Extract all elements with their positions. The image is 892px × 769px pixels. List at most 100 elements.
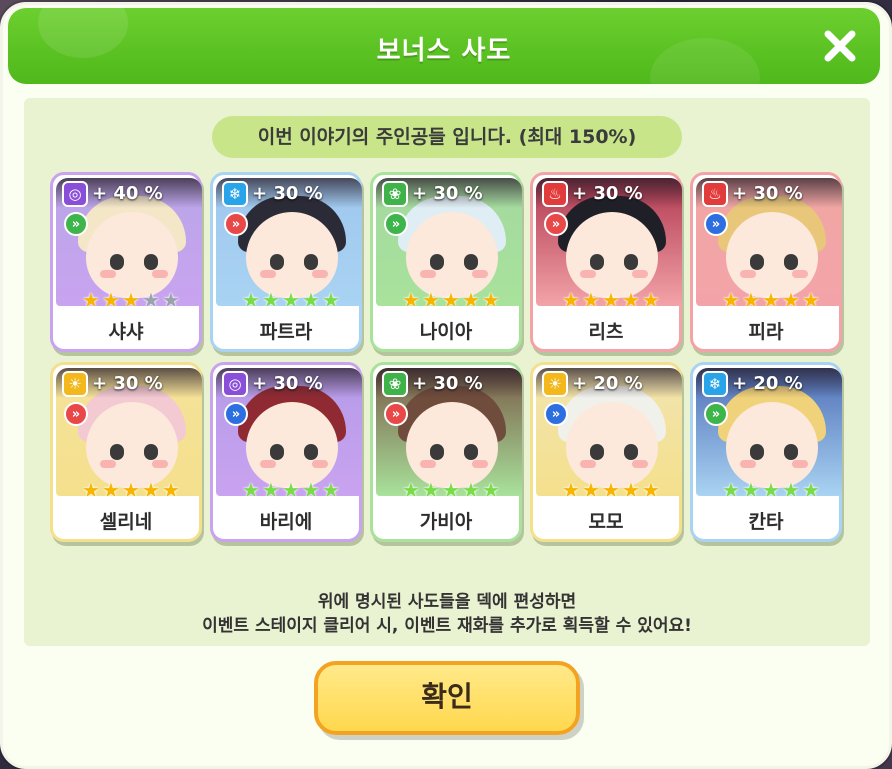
star-icon: ★ (162, 478, 180, 496)
star-icon: ★ (402, 478, 420, 496)
star-icon: ★ (102, 288, 120, 306)
star-icon: ★ (562, 288, 580, 306)
star-icon: ★ (322, 288, 340, 306)
character-card[interactable]: ❄ + 30 %» ★ ★ ★ ★ ★ 파트라 (210, 172, 362, 352)
class-icon: » (224, 402, 248, 426)
character-portrait: ❀ + 30 %» ★ ★ ★ ★ ★ (376, 178, 522, 306)
star-icon: ★ (582, 478, 600, 496)
star-icon: ★ (742, 478, 760, 496)
star-rating: ★ ★ ★ ★ ★ (82, 290, 182, 306)
star-icon: ★ (262, 288, 280, 306)
bonus-percent: + 30 % (92, 373, 163, 394)
star-icon: ★ (282, 478, 300, 496)
character-card[interactable]: ☀ + 20 %» ★ ★ ★ ★ ★ 모모 (530, 362, 682, 542)
star-rating: ★ ★ ★ ★ ★ (242, 480, 342, 496)
star-icon: ★ (762, 288, 780, 306)
star-icon: ★ (122, 478, 140, 496)
star-icon: ★ (602, 288, 620, 306)
star-icon: ★ (422, 478, 440, 496)
star-icon: ★ (122, 288, 140, 306)
close-button[interactable] (818, 24, 862, 68)
star-icon: ★ (562, 478, 580, 496)
light-element-icon: ☀ (62, 371, 88, 397)
star-icon: ★ (262, 478, 280, 496)
character-card[interactable]: ❀ + 30 %» ★ ★ ★ ★ ★ 가비아 (370, 362, 522, 542)
character-portrait: ♨ + 30 %» ★ ★ ★ ★ ★ (536, 178, 682, 306)
star-icon: ★ (242, 288, 260, 306)
character-name: 칸타 (748, 511, 784, 533)
bonus-percent: + 30 % (412, 183, 483, 204)
star-icon: ★ (322, 478, 340, 496)
class-icon: » (704, 212, 728, 236)
character-portrait: ❄ + 30 %» ★ ★ ★ ★ ★ (216, 178, 362, 306)
star-icon: ★ (442, 478, 460, 496)
bonus-percent: + 20 % (572, 373, 643, 394)
dialog-title: 보너스 사도 (376, 36, 512, 66)
character-portrait: ☀ + 20 %» ★ ★ ★ ★ ★ (536, 368, 682, 496)
star-rating: ★ ★ ★ ★ ★ (722, 290, 822, 306)
character-card[interactable]: ❄ + 20 %» ★ ★ ★ ★ ★ 칸타 (690, 362, 842, 542)
star-icon: ★ (602, 478, 620, 496)
character-name: 나이아 (419, 321, 473, 343)
character-portrait: ☀ + 30 %» ★ ★ ★ ★ ★ (56, 368, 202, 496)
bonus-percent: + 30 % (732, 183, 803, 204)
character-portrait: ❀ + 30 %» ★ ★ ★ ★ ★ (376, 368, 522, 496)
star-rating: ★ ★ ★ ★ ★ (562, 290, 662, 306)
footer-line-2: 이벤트 스테이지 클리어 시, 이벤트 재화를 추가로 획득할 수 있어요! (202, 616, 692, 636)
character-card[interactable]: ♨ + 30 %» ★ ★ ★ ★ ★ 피라 (690, 172, 842, 352)
star-icon: ★ (82, 478, 100, 496)
class-icon: » (704, 402, 728, 426)
star-icon: ★ (462, 478, 480, 496)
star-icon: ★ (642, 478, 660, 496)
bonus-percent: + 30 % (252, 373, 323, 394)
character-card[interactable]: ◎ + 30 %» ★ ★ ★ ★ ★ 바리에 (210, 362, 362, 542)
star-icon: ★ (722, 478, 740, 496)
star-rating: ★ ★ ★ ★ ★ (402, 480, 502, 496)
vortex-element-icon: ◎ (62, 181, 88, 207)
character-name: 모모 (588, 511, 624, 533)
star-icon: ★ (162, 288, 180, 306)
character-card[interactable]: ❀ + 30 %» ★ ★ ★ ★ ★ 나이아 (370, 172, 522, 352)
water-element-icon: ❄ (702, 371, 728, 397)
light-element-icon: ☀ (542, 371, 568, 397)
bonus-percent: + 30 % (252, 183, 323, 204)
class-icon: » (384, 212, 408, 236)
star-icon: ★ (622, 478, 640, 496)
nature-element-icon: ❀ (382, 181, 408, 207)
character-name: 가비아 (419, 511, 473, 533)
star-icon: ★ (782, 478, 800, 496)
star-icon: ★ (142, 478, 160, 496)
star-icon: ★ (762, 478, 780, 496)
character-portrait: ❄ + 20 %» ★ ★ ★ ★ ★ (696, 368, 842, 496)
star-icon: ★ (482, 478, 500, 496)
notice-banner: 이번 이야기의 주인공들 입니다. (최대 150%) (212, 116, 682, 158)
star-icon: ★ (102, 478, 120, 496)
star-icon: ★ (302, 478, 320, 496)
character-portrait: ◎ + 30 %» ★ ★ ★ ★ ★ (216, 368, 362, 496)
close-icon (824, 30, 856, 62)
footer-description: 위에 명시된 사도들을 덱에 편성하면 이벤트 스테이지 클리어 시, 이벤트 … (24, 590, 870, 638)
footer-line-1: 위에 명시된 사도들을 덱에 편성하면 (317, 592, 577, 612)
star-icon: ★ (242, 478, 260, 496)
star-icon: ★ (742, 288, 760, 306)
bonus-percent: + 30 % (572, 183, 643, 204)
character-card[interactable]: ♨ + 30 %» ★ ★ ★ ★ ★ 리츠 (530, 172, 682, 352)
character-card[interactable]: ◎ + 40 %» ★ ★ ★ ★ ★ 샤샤 (50, 172, 202, 352)
class-icon: » (544, 402, 568, 426)
bonus-percent: + 40 % (92, 183, 163, 204)
star-icon: ★ (462, 288, 480, 306)
water-element-icon: ❄ (222, 181, 248, 207)
star-icon: ★ (782, 288, 800, 306)
star-icon: ★ (442, 288, 460, 306)
star-icon: ★ (282, 288, 300, 306)
character-card[interactable]: ☀ + 30 %» ★ ★ ★ ★ ★ 셀리네 (50, 362, 202, 542)
bonus-percent: + 20 % (732, 373, 803, 394)
nature-element-icon: ❀ (382, 371, 408, 397)
confirm-button[interactable]: 확인 (314, 661, 580, 735)
vortex-element-icon: ◎ (222, 371, 248, 397)
class-icon: » (384, 402, 408, 426)
character-name: 피라 (748, 321, 784, 343)
star-icon: ★ (82, 288, 100, 306)
fire-element-icon: ♨ (542, 181, 568, 207)
star-icon: ★ (482, 288, 500, 306)
